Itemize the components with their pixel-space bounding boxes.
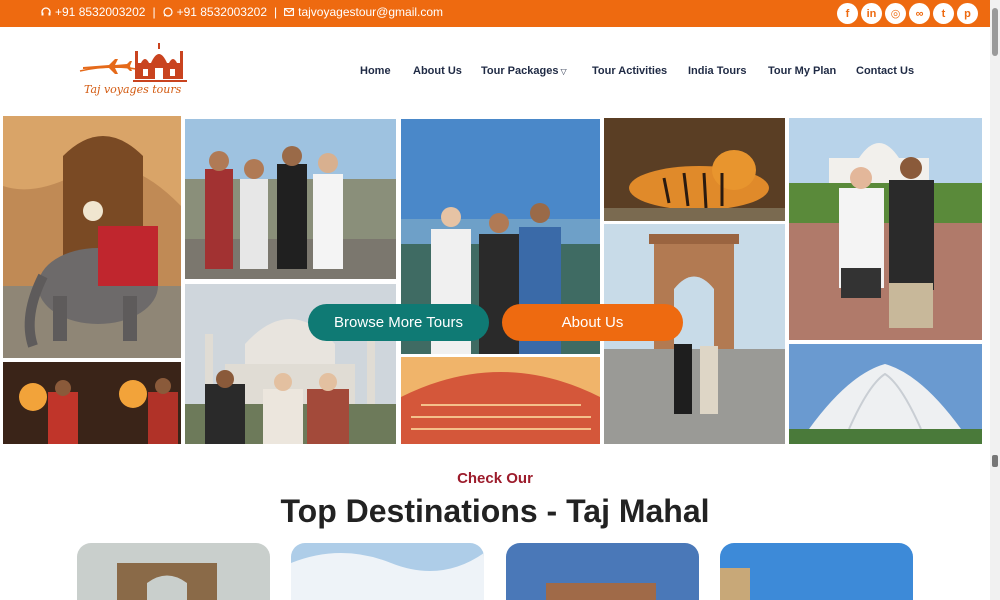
nav-tour-my-plan[interactable]: Tour My Plan [768,65,836,77]
photo-elephant-amber-fort [3,116,181,358]
mail-icon [284,8,295,16]
browse-more-tours-button[interactable]: Browse More Tours [308,304,489,341]
destination-card[interactable] [77,543,270,600]
separator: | [152,5,156,19]
photo-taj-mahal-guide [789,118,982,340]
site-logo[interactable] [75,41,190,107]
logo-tagline: Taj voyages tours [84,83,182,96]
scrollbar-marker [992,455,998,467]
phone-call-number: +91 8532003202 [55,5,146,19]
section-kicker: Check Our [457,470,533,487]
site-header: Taj voyages tours Home About Us Tour Pac… [0,27,990,116]
nav-about-us[interactable]: About Us [413,65,462,77]
nav-tour-packages[interactable]: Tour Packages ▽ [481,65,567,77]
email-address: tajvoyagestour@gmail.com [298,5,444,19]
instagram-icon[interactable]: ◎ [885,3,906,24]
nav-tour-activities[interactable]: Tour Activities [592,65,667,77]
linkedin-icon[interactable]: in [861,3,882,24]
photo-group-city-tour [185,119,396,279]
photo-ganga-aarti [3,362,181,444]
nav-contact-us[interactable]: Contact Us [856,65,914,77]
separator: | [274,5,278,19]
scrollbar-thumb[interactable] [992,8,998,56]
section-title: Top Destinations - Taj Mahal [280,493,710,529]
pinterest-icon[interactable]: p [957,3,978,24]
headset-icon [41,7,51,16]
page-scrollbar[interactable] [990,0,1000,600]
phone-call-link[interactable]: +91 8532003202 [41,5,145,19]
tripadvisor-icon[interactable]: ∞ [909,3,930,24]
email-link[interactable]: tajvoyagestour@gmail.com [284,5,443,19]
taj-mahal-logo-icon [79,43,187,82]
hero-photo-collage [0,116,990,446]
top-contact-bar: +91 8532003202 | +91 8532003202 | tajvoy… [0,0,990,27]
destination-card[interactable] [720,543,913,600]
photo-hawa-mahal [401,357,600,444]
nav-home[interactable]: Home [360,65,391,77]
photo-bengal-tiger [604,118,785,221]
twitter-icon[interactable]: t [933,3,954,24]
contact-info: +91 8532003202 | +91 8532003202 | tajvoy… [41,5,443,19]
whatsapp-link[interactable]: +91 8532003202 [162,5,267,19]
destination-card[interactable] [291,543,484,600]
destination-card[interactable] [506,543,699,600]
nav-tour-packages-label: Tour Packages [481,65,559,77]
social-links: f in ◎ ∞ t p [837,3,978,24]
chevron-down-icon: ▽ [560,67,567,76]
photo-lotus-temple [789,344,982,444]
about-us-button[interactable]: About Us [502,304,683,341]
whatsapp-icon [162,7,173,17]
nav-india-tours[interactable]: India Tours [688,65,746,77]
whatsapp-number: +91 8532003202 [176,5,267,19]
facebook-icon[interactable]: f [837,3,858,24]
